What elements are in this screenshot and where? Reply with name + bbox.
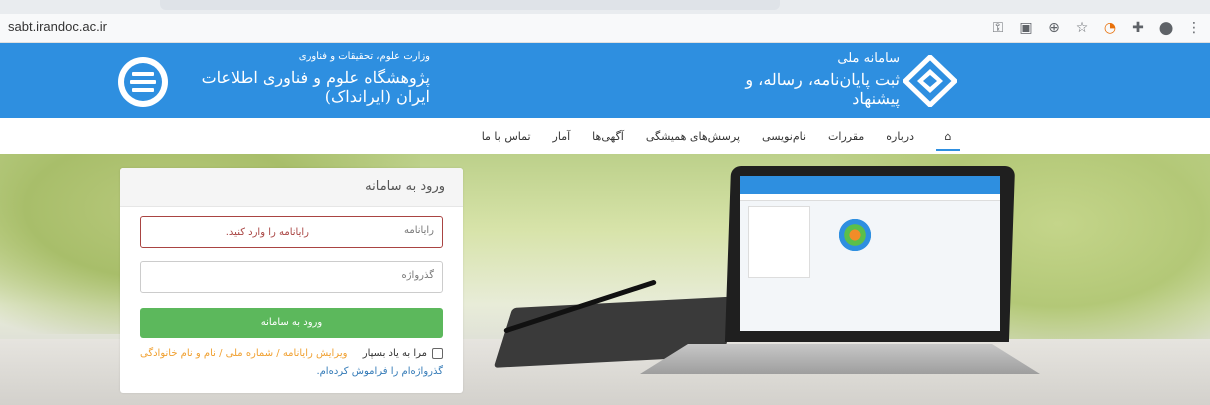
password-field[interactable]: گذرواژه	[140, 261, 443, 293]
nav-stats[interactable]: آمار	[553, 130, 571, 143]
sabt-logo-icon[interactable]	[903, 55, 957, 107]
login-title: ورود به سامانه	[120, 168, 463, 207]
nav-home[interactable]: ⌂	[936, 130, 960, 151]
star-icon[interactable]: ☆	[1072, 18, 1092, 38]
profile-icon[interactable]: ●	[1156, 18, 1176, 38]
remember-checkbox[interactable]	[432, 348, 443, 359]
nav-about[interactable]: درباره	[886, 130, 914, 143]
translate-icon[interactable]: ▣	[1016, 18, 1036, 38]
browser-toolbar: ⚿ ▣ ⊕ ☆ ◔ ✚ ● ⋮	[988, 18, 1204, 38]
home-icon: ⌂	[944, 129, 952, 143]
laptop-base	[640, 344, 1040, 374]
ministry-text: وزارت علوم، تحقیقات و فناوری	[298, 51, 430, 62]
login-submit-button[interactable]: ورود به سامانه	[140, 308, 443, 338]
email-input[interactable]	[147, 221, 311, 243]
irandoc-logo-icon[interactable]	[118, 57, 168, 107]
nav-list: ⌂ درباره مقررات نام‌نویسی پرسش‌های همیشگ…	[460, 118, 960, 154]
url-text[interactable]: sabt.irandoc.ac.ir	[8, 19, 107, 34]
address-bar[interactable]: sabt.irandoc.ac.ir ⚿ ▣ ⊕ ☆ ◔ ✚ ● ⋮	[0, 14, 1210, 43]
extension-color-icon[interactable]: ◔	[1100, 18, 1120, 38]
remember-me[interactable]: مرا به یاد بسپار	[363, 348, 443, 359]
login-panel: ورود به سامانه رایانامه گذرواژه ورود به …	[120, 168, 463, 393]
system-brand[interactable]: سامانه ملی ثبت پایان‌نامه، رساله، و پیشن…	[700, 51, 900, 108]
browser-tab[interactable]	[160, 0, 780, 10]
forgot-password-link[interactable]: گذرواژه‌ام را فراموش کرده‌ام.	[316, 366, 443, 377]
nav-rules[interactable]: مقررات	[828, 130, 864, 143]
email-label: رایانامه	[404, 225, 434, 236]
remember-label: مرا به یاد بسپار	[362, 348, 427, 359]
nav-register[interactable]: نام‌نویسی	[762, 130, 806, 143]
institute-name: پژوهشگاه علوم و فناوری اطلاعات ایران (ای…	[201, 68, 430, 106]
system-title: ثبت پایان‌نامه، رساله، و پیشنهاد	[745, 70, 900, 108]
nav-ads[interactable]: آگهی‌ها	[592, 130, 624, 143]
browser-tabstrip	[0, 0, 1210, 14]
key-icon[interactable]: ⚿	[988, 18, 1008, 38]
password-label: گذرواژه	[401, 270, 434, 281]
puzzle-icon[interactable]: ✚	[1128, 18, 1148, 38]
system-small-text: سامانه ملی	[837, 51, 900, 66]
more-icon[interactable]: ⋮	[1184, 18, 1204, 38]
zoom-icon[interactable]: ⊕	[1044, 18, 1064, 38]
edit-profile-link[interactable]: ویرایش رایانامه / شماره ملی / نام و نام …	[140, 348, 347, 359]
main-nav: ⌂ درباره مقررات نام‌نویسی پرسش‌های همیشگ…	[0, 118, 1210, 154]
email-field[interactable]: رایانامه	[140, 216, 443, 248]
nav-contact[interactable]: تماس با ما	[482, 130, 531, 143]
laptop-screenshot	[740, 176, 1000, 331]
site-header: وزارت علوم، تحقیقات و فناوری پژوهشگاه عل…	[0, 43, 1210, 118]
nav-faq[interactable]: پرسش‌های همیشگی	[646, 130, 740, 143]
institute-brand[interactable]: وزارت علوم، تحقیقات و فناوری پژوهشگاه عل…	[190, 51, 430, 106]
